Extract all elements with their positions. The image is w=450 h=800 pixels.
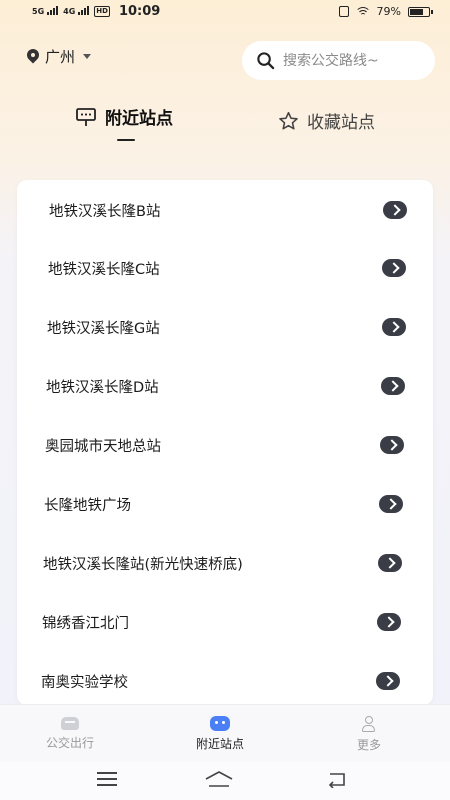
station-name: 地铁汉溪长隆C站 <box>48 261 160 278</box>
active-tab-indicator <box>117 139 135 141</box>
menu-icon[interactable] <box>97 772 117 786</box>
home-icon[interactable] <box>203 770 235 788</box>
chevron-down-icon <box>83 54 92 59</box>
battery-icon <box>408 6 433 17</box>
user-icon <box>361 715 377 732</box>
city-selector[interactable]: 广州 <box>27 46 92 67</box>
nav-label: 附近站点 <box>195 737 244 751</box>
station-name: 南奥实验学校 <box>41 674 128 691</box>
back-icon[interactable] <box>326 770 348 788</box>
nav-nearby-stations[interactable]: 附近站点 <box>160 705 280 763</box>
location-pin-icon <box>27 49 39 64</box>
station-row[interactable]: 锦绣香江北门 <box>17 593 433 651</box>
chevron-right-icon[interactable] <box>381 377 405 395</box>
net1-label: 5G <box>32 7 45 16</box>
search-icon <box>257 52 275 70</box>
status-right: 79% <box>338 5 433 18</box>
search-input[interactable] <box>281 51 435 70</box>
net2-label: 4G <box>63 7 76 16</box>
robot-icon <box>210 716 230 731</box>
vibrate-icon <box>338 6 349 17</box>
station-name: 奥园城市天地总站 <box>45 438 161 455</box>
status-bar: 5G 4G HD 10:09 79% <box>0 0 450 26</box>
tab-nearby-stations[interactable]: 附近站点 <box>75 104 173 129</box>
station-row[interactable]: 地铁汉溪长隆站(新光快速桥底) <box>17 534 433 592</box>
battery-percent: 79% <box>376 5 401 18</box>
station-row[interactable]: 地铁汉溪长隆D站 <box>17 357 433 415</box>
bus-icon <box>61 717 79 730</box>
star-icon <box>279 111 298 130</box>
station-row[interactable]: 地铁汉溪长隆G站 <box>17 298 433 356</box>
chevron-right-icon[interactable] <box>382 259 406 277</box>
station-row[interactable]: 长隆地铁广场 <box>17 475 433 533</box>
chevron-right-icon[interactable] <box>382 318 406 336</box>
status-left: 5G 4G HD 10:09 <box>32 4 160 19</box>
nav-label: 公交出行 <box>45 736 94 750</box>
nav-more[interactable]: 更多 <box>309 705 429 763</box>
bottom-nav-bar: 公交出行 附近站点 更多 <box>0 704 450 763</box>
status-time: 10:09 <box>118 4 161 19</box>
chevron-right-icon[interactable] <box>380 436 404 454</box>
wifi-icon <box>355 6 370 17</box>
station-row[interactable]: 地铁汉溪长隆B站 <box>17 181 433 239</box>
station-row[interactable]: 南奥实验学校 <box>17 652 433 705</box>
chevron-right-icon[interactable] <box>376 672 400 690</box>
signal-bars-icon <box>78 6 90 15</box>
station-row[interactable]: 地铁汉溪长隆C站 <box>17 239 433 297</box>
station-list-card: 地铁汉溪长隆B站 地铁汉溪长隆C站 地铁汉溪长隆G站 地铁汉溪长隆D站 奥园城市… <box>17 180 433 705</box>
station-name: 长隆地铁广场 <box>44 497 131 514</box>
station-name: 地铁汉溪长隆G站 <box>47 320 160 337</box>
tab-label: 附近站点 <box>105 109 173 129</box>
chevron-right-icon[interactable] <box>383 201 407 219</box>
tab-label: 收藏站点 <box>307 113 375 133</box>
system-nav-bar <box>0 762 450 800</box>
bus-stop-sign-icon <box>76 107 96 126</box>
station-row[interactable]: 奥园城市天地总站 <box>17 416 433 474</box>
chevron-right-icon[interactable] <box>377 613 401 631</box>
station-name: 地铁汉溪长隆站(新光快速桥底) <box>43 556 243 573</box>
chevron-right-icon[interactable] <box>378 554 402 572</box>
search-box[interactable] <box>242 41 435 80</box>
hd-badge: HD <box>94 6 110 17</box>
signal-bars-icon <box>47 6 59 15</box>
station-name: 地铁汉溪长隆D站 <box>46 379 159 396</box>
city-name: 广州 <box>45 48 76 66</box>
tab-favorite-stations[interactable]: 收藏站点 <box>278 108 375 133</box>
chevron-right-icon[interactable] <box>379 495 403 513</box>
signal-4g: 4G <box>63 6 90 16</box>
nav-label: 更多 <box>356 737 381 752</box>
signal-5g: 5G <box>32 6 59 16</box>
station-name: 地铁汉溪长隆B站 <box>49 203 161 220</box>
station-name: 锦绣香江北门 <box>42 615 129 632</box>
nav-bus-travel[interactable]: 公交出行 <box>10 705 130 763</box>
